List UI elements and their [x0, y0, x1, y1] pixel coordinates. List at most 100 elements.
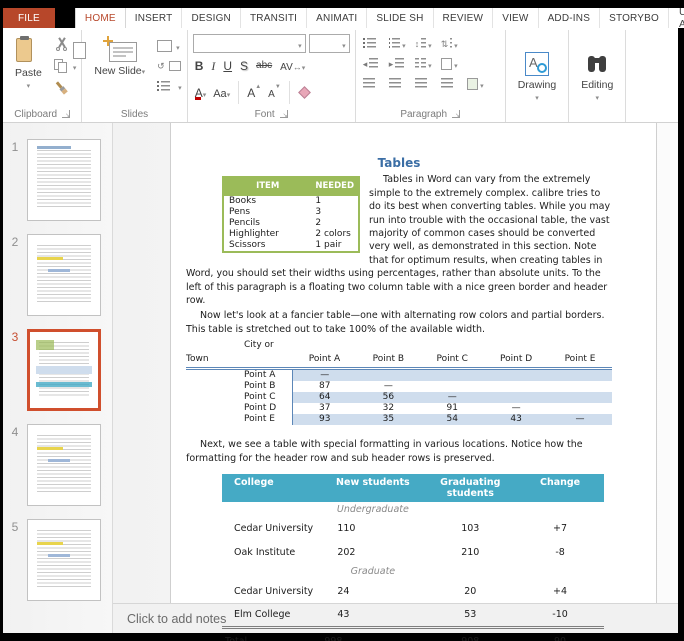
- shrink-font-button[interactable]: A▼: [268, 84, 281, 102]
- table-row: Elm College 43 53 -10: [222, 603, 604, 628]
- cell: [424, 564, 516, 579]
- tab-storyboarding[interactable]: STORYBO: [600, 8, 669, 28]
- tab-addins[interactable]: ADD-INS: [539, 8, 601, 28]
- font-name-combo[interactable]: [193, 34, 306, 53]
- copy-icon: [54, 59, 69, 73]
- slides-group: New Slide ↺ Slides: [82, 30, 187, 122]
- line-spacing-button[interactable]: ↕: [415, 36, 432, 51]
- slide-number: 3: [3, 329, 27, 411]
- slide-canvas[interactable]: Tables ITEM NEEDED Books1 Pens3: [113, 123, 678, 603]
- tab-animations[interactable]: ANIMATI: [307, 8, 367, 28]
- cell: +4: [516, 580, 604, 603]
- convert-smartart-button[interactable]: [467, 76, 484, 91]
- bullets-button[interactable]: [363, 36, 380, 51]
- character-spacing-button[interactable]: AV↔: [280, 57, 305, 75]
- thumbnail-page[interactable]: [27, 139, 101, 221]
- bold-button[interactable]: B: [195, 59, 204, 73]
- slide-thumbnail-5[interactable]: 5: [3, 519, 112, 601]
- align-text-button[interactable]: [441, 56, 458, 71]
- paragraph-dialog-launcher[interactable]: [452, 110, 460, 118]
- cell: 43: [321, 603, 424, 628]
- slide-content[interactable]: Tables ITEM NEEDED Books1 Pens3: [171, 123, 656, 641]
- tab-insert[interactable]: INSERT: [126, 8, 183, 28]
- thumbnail-page[interactable]: [27, 234, 101, 316]
- thumbnail-page[interactable]: [27, 424, 101, 506]
- tab-transitions[interactable]: TRANSITI: [241, 8, 307, 28]
- decrease-indent-button[interactable]: ◂: [363, 56, 380, 71]
- cell: 110: [321, 517, 424, 540]
- layout-button[interactable]: [157, 37, 182, 55]
- cell: Pens: [223, 207, 311, 218]
- strikethrough-button[interactable]: abc: [256, 59, 272, 73]
- paragraph-text: Now let's look at a fancier table—one wi…: [186, 310, 604, 334]
- tab-home[interactable]: HOME: [75, 8, 126, 28]
- tab-design[interactable]: DESIGN: [182, 8, 241, 28]
- numbering-button[interactable]: [389, 36, 406, 51]
- justify-button[interactable]: [441, 76, 458, 91]
- slide-number: 2: [3, 234, 27, 316]
- text-shadow-button[interactable]: S: [240, 59, 248, 73]
- section-button[interactable]: [157, 77, 182, 95]
- slide-thumbnail-1[interactable]: 1: [3, 139, 112, 221]
- drawing-button[interactable]: A Drawing: [511, 48, 564, 107]
- drawing-icon: A: [525, 52, 549, 76]
- slide-page[interactable]: Tables ITEM NEEDED Books1 Pens3: [170, 123, 657, 603]
- paste-dropdown-caret[interactable]: [27, 79, 31, 91]
- new-slide-icon: [103, 36, 137, 62]
- thumbnail-page[interactable]: [27, 519, 101, 601]
- user-account-name[interactable]: Usman Aziz: [669, 8, 684, 28]
- underline-button[interactable]: U: [223, 59, 232, 73]
- cell: Point D: [484, 339, 548, 368]
- table-row: Point C 64 56 —: [186, 392, 612, 403]
- table-row: Point D 37 32 91 —: [186, 403, 612, 414]
- numbering-icon: [389, 38, 391, 49]
- line-spacing-icon: ↕: [415, 39, 420, 49]
- cell: Graduating students: [424, 474, 516, 502]
- cell: 1: [311, 196, 359, 207]
- align-center-button[interactable]: [389, 76, 406, 91]
- font-group-label: Font: [255, 109, 275, 120]
- copy-caret-icon: [73, 57, 77, 75]
- columns-button[interactable]: [415, 56, 432, 71]
- font-dialog-launcher[interactable]: [280, 110, 288, 118]
- tab-file[interactable]: FILE: [3, 8, 55, 28]
- font-group: B I U S abc AV↔ A Aa A▲ A▼ Font: [188, 30, 356, 122]
- cell: 90: [516, 628, 604, 641]
- new-slide-button[interactable]: New Slide: [87, 32, 152, 81]
- font-name-caret-icon: [298, 35, 302, 53]
- section-caret-icon: [178, 77, 182, 95]
- slide-thumbnail-3[interactable]: 3: [3, 329, 112, 411]
- cell: Pencils: [223, 218, 311, 229]
- font-color-button[interactable]: A: [195, 84, 207, 102]
- cell: [420, 381, 484, 392]
- numbering-caret-icon: [402, 35, 406, 53]
- align-left-button[interactable]: [363, 76, 380, 91]
- cell: -10: [516, 603, 604, 628]
- tab-slideshow[interactable]: SLIDE SH: [367, 8, 433, 28]
- tab-view[interactable]: VIEW: [493, 8, 538, 28]
- font-color-caret-icon: [203, 84, 207, 101]
- table-row: Pens3: [223, 207, 359, 218]
- align-right-button[interactable]: [415, 76, 432, 91]
- thumbnail-page[interactable]: [27, 329, 101, 411]
- text-direction-button[interactable]: ⇅: [441, 36, 458, 51]
- paste-button[interactable]: Paste: [8, 32, 49, 95]
- change-case-button[interactable]: Aa: [213, 84, 230, 102]
- increase-indent-button[interactable]: ▸: [389, 56, 406, 71]
- drawing-caret-icon: [535, 91, 539, 103]
- cell: 1 pair: [311, 240, 359, 252]
- format-painter-button[interactable]: [54, 81, 77, 95]
- font-size-combo[interactable]: [309, 34, 350, 53]
- slide-thumbnail-4[interactable]: 4: [3, 424, 112, 506]
- text-direction-caret-icon: [454, 35, 458, 53]
- tab-review[interactable]: REVIEW: [434, 8, 494, 28]
- body-paragraph-1: ITEM NEEDED Books1 Pens3 Pencils2 Highli…: [186, 173, 612, 307]
- clear-formatting-button[interactable]: [298, 86, 311, 99]
- reset-button[interactable]: ↺: [157, 61, 182, 71]
- editing-button[interactable]: Editing: [574, 48, 620, 107]
- clipboard-dialog-launcher[interactable]: [62, 110, 70, 118]
- copy-button[interactable]: [54, 57, 77, 75]
- italic-button[interactable]: I: [211, 59, 215, 73]
- slide-thumbnail-2[interactable]: 2: [3, 234, 112, 316]
- grow-font-button[interactable]: A▲: [247, 84, 261, 102]
